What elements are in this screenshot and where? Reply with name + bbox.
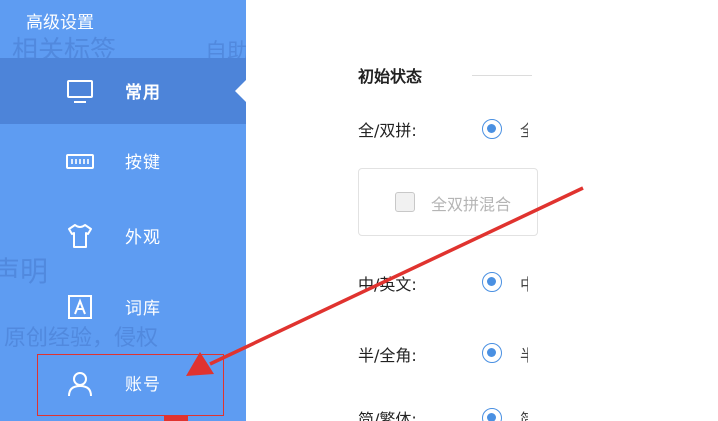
arrow-head [186,352,214,376]
annotation-arrow [186,186,584,376]
